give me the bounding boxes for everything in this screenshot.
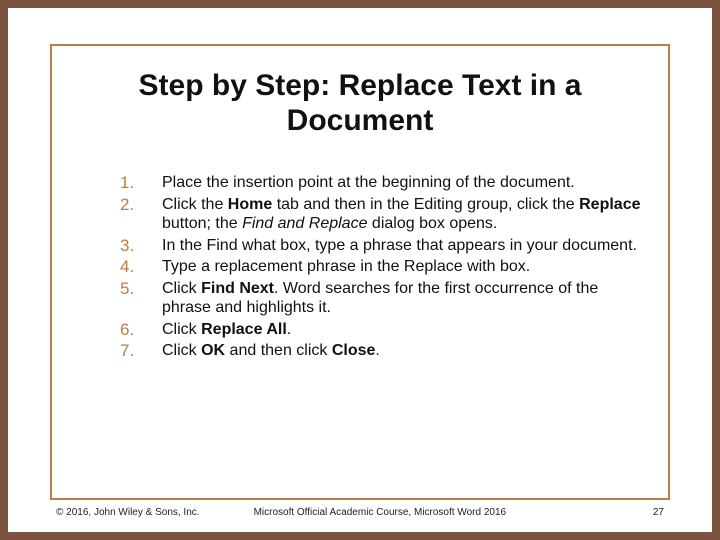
step-text: Type a replacement phrase in the Replace… (162, 258, 530, 275)
step-text: Click Replace All. (162, 321, 291, 338)
list-item: In the Find what box, type a phrase that… (120, 236, 642, 256)
steps-list-container: Place the insertion point at the beginni… (120, 173, 642, 363)
list-item: Click the Home tab and then in the Editi… (120, 195, 642, 234)
steps-list: Place the insertion point at the beginni… (120, 173, 642, 361)
list-item: Click Replace All. (120, 320, 642, 340)
step-text: Click the Home tab and then in the Editi… (162, 196, 641, 233)
step-text: Click OK and then click Close. (162, 342, 380, 359)
footer-course: Microsoft Official Academic Course, Micr… (200, 507, 653, 518)
step-text: Place the insertion point at the beginni… (162, 174, 575, 191)
step-text: In the Find what box, type a phrase that… (162, 237, 637, 254)
slide-title: Step by Step: Replace Text in a Document (68, 68, 652, 139)
list-item: Click OK and then click Close. (120, 341, 642, 361)
list-item: Type a replacement phrase in the Replace… (120, 257, 642, 277)
slide-footer: © 2016, John Wiley & Sons, Inc. Microsof… (56, 507, 664, 518)
footer-page-number: 27 (653, 507, 664, 518)
slide: Step by Step: Replace Text in a Document… (8, 8, 712, 532)
step-text: Click Find Next. Word searches for the f… (162, 280, 598, 317)
list-item: Click Find Next. Word searches for the f… (120, 279, 642, 318)
list-item: Place the insertion point at the beginni… (120, 173, 642, 193)
footer-copyright: © 2016, John Wiley & Sons, Inc. (56, 507, 200, 518)
